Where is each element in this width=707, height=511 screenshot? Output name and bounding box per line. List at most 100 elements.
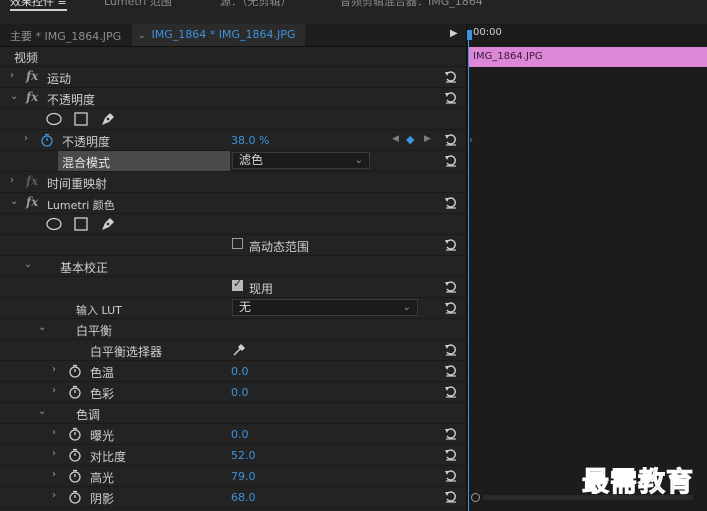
timecode-label: 00:00 [473, 27, 502, 38]
reset-icon[interactable] [444, 132, 458, 146]
highlights-row: › 高光 79.0 [0, 466, 466, 487]
input-lut-value: 无 [239, 300, 252, 314]
prev-keyframe-icon[interactable]: ◀ [392, 134, 399, 144]
hdr-label: 高动态范围 [249, 240, 310, 254]
tone-label: 色调 [76, 408, 101, 422]
chevron-right-icon[interactable]: › [10, 175, 14, 186]
reset-icon[interactable] [444, 237, 458, 251]
reset-icon[interactable] [444, 489, 458, 503]
stopwatch-icon[interactable] [68, 469, 82, 483]
enable-checkbox[interactable] [232, 277, 243, 291]
chevron-right-icon[interactable]: › [52, 469, 56, 480]
chevron-right-icon[interactable]: › [52, 448, 56, 459]
chevron-down-icon[interactable]: ⌄ [38, 406, 46, 417]
eyedropper-icon[interactable] [232, 343, 246, 357]
play-triangle-icon[interactable]: ▶ [450, 28, 458, 39]
chevron-right-icon[interactable]: › [52, 385, 56, 396]
effect-controls-panel: 主要 * IMG_1864.JPG ⌄ IMG_1864 * IMG_1864.J… [0, 24, 466, 511]
effect-time-remap[interactable]: › fx 时间重映射 [0, 172, 466, 193]
chevron-right-icon[interactable]: › [52, 364, 56, 375]
fx-icon[interactable]: fx [26, 69, 38, 83]
playhead-handle[interactable] [467, 30, 472, 40]
reset-icon[interactable] [444, 69, 458, 83]
effect-opacity[interactable]: ⌄ fx 不透明度 [0, 88, 466, 109]
tone-row[interactable]: ⌄ 色调 [0, 403, 466, 424]
reset-icon[interactable] [444, 384, 458, 398]
exposure-value[interactable]: 0.0 [231, 428, 249, 441]
opacity-effect-label: 不透明度 [47, 93, 96, 107]
chevron-right-icon[interactable]: › [24, 133, 28, 144]
chevron-right-icon[interactable]: › [52, 427, 56, 438]
reset-icon[interactable] [444, 363, 458, 377]
tint-row: › 色彩 0.0 [0, 382, 466, 403]
rectangle-mask-icon[interactable] [74, 217, 88, 231]
reset-icon[interactable] [444, 279, 458, 293]
blend-mode-dropdown[interactable]: 滤色 ⌄ [232, 152, 370, 169]
effect-lumetri[interactable]: ⌄ fx Lumetri 颜色 [0, 193, 466, 214]
wb-picker-row: 白平衡选择器 [0, 340, 466, 361]
stopwatch-icon[interactable] [68, 448, 82, 462]
exposure-label: 曝光 [90, 429, 115, 443]
pen-mask-icon[interactable] [100, 111, 116, 127]
opacity-value[interactable]: 38.0 % [231, 134, 269, 147]
fx-icon[interactable]: fx [26, 90, 38, 104]
basic-correction-row[interactable]: ⌄ 基本校正 [0, 256, 466, 277]
reset-icon[interactable] [444, 468, 458, 482]
tab-audio-clip-mixer[interactable]: 音频剪辑混合器：IMG_1864 [340, 0, 483, 9]
stopwatch-icon[interactable] [68, 364, 82, 378]
rectangle-mask-icon[interactable] [74, 112, 88, 126]
enable-row: 现用 [0, 277, 466, 298]
stopwatch-icon[interactable] [68, 385, 82, 399]
highlights-value[interactable]: 79.0 [231, 470, 256, 483]
blend-mode-row: 混合模式 滤色 ⌄ [0, 151, 466, 172]
ellipse-mask-icon[interactable] [46, 112, 62, 126]
contrast-value[interactable]: 52.0 [231, 449, 256, 462]
shadows-value[interactable]: 68.0 [231, 491, 256, 504]
reset-icon[interactable] [444, 426, 458, 440]
tint-value[interactable]: 0.0 [231, 386, 249, 399]
sequence-clip-tab[interactable]: ⌄ IMG_1864 * IMG_1864.JPG [132, 24, 306, 46]
chevron-down-icon[interactable]: ⌄ [38, 322, 46, 333]
wb-picker-label: 白平衡选择器 [90, 345, 163, 359]
reset-icon[interactable] [444, 90, 458, 104]
lumetri-label: Lumetri 颜色 [47, 199, 115, 212]
stopwatch-icon[interactable] [68, 427, 82, 441]
chevron-down-icon: ⌄ [354, 155, 363, 166]
ellipse-mask-icon[interactable] [46, 217, 62, 231]
reset-icon[interactable] [444, 447, 458, 461]
hdr-row: 高动态范围 [0, 235, 466, 256]
temperature-value[interactable]: 0.0 [231, 365, 249, 378]
white-balance-row[interactable]: ⌄ 白平衡 [0, 319, 466, 340]
effect-motion[interactable]: › fx 运动 [0, 67, 466, 88]
clip-bar[interactable]: IMG_1864.JPG [469, 47, 707, 67]
reset-icon[interactable] [444, 342, 458, 356]
input-lut-dropdown[interactable]: 无 ⌄ [232, 299, 418, 316]
playhead-line[interactable] [468, 36, 469, 511]
stopwatch-icon[interactable] [40, 133, 54, 147]
reset-icon[interactable] [444, 153, 458, 167]
basic-correction-label: 基本校正 [60, 261, 109, 275]
chevron-down-icon: ⌄ [402, 302, 411, 313]
stopwatch-icon[interactable] [68, 490, 82, 504]
hdr-checkbox[interactable] [232, 238, 243, 249]
tab-source[interactable]: 源：（无剪辑） [220, 0, 292, 9]
tab-lumetri-scopes[interactable]: Lumetri 范围 [104, 0, 172, 9]
zoom-handle[interactable] [471, 493, 480, 502]
next-keyframe-icon[interactable]: ▶ [424, 134, 431, 144]
reset-icon[interactable] [444, 300, 458, 314]
pen-mask-icon[interactable] [100, 216, 116, 232]
reset-icon[interactable] [444, 195, 458, 209]
blend-mode-label: 混合模式 [62, 156, 111, 170]
chevron-down-icon[interactable]: ⌄ [10, 91, 18, 102]
chevron-down-icon[interactable]: ⌄ [10, 196, 18, 207]
fx-icon[interactable]: fx [26, 195, 38, 209]
temperature-label: 色温 [90, 366, 115, 380]
chevron-down-icon[interactable]: ⌄ [24, 259, 32, 270]
lumetri-mask-tools-row [0, 214, 466, 235]
tab-effect-controls[interactable]: 效果控件 ≡ [10, 0, 67, 11]
panel-tab-strip: 效果控件 ≡ Lumetri 范围 源：（无剪辑） 音频剪辑混合器：IMG_18… [0, 0, 707, 25]
chevron-right-icon[interactable]: › [52, 490, 56, 501]
chevron-right-icon[interactable]: › [10, 70, 14, 81]
add-keyframe-icon[interactable]: ◆ [406, 133, 414, 146]
master-clip-label[interactable]: 主要 * IMG_1864.JPG [10, 28, 121, 44]
